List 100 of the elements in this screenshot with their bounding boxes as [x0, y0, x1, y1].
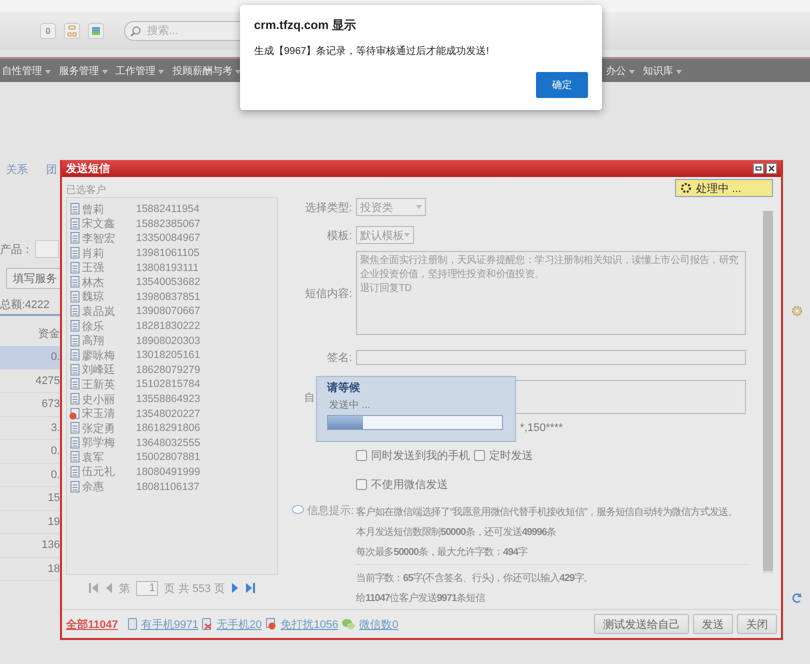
contact-card-icon — [69, 364, 80, 376]
customer-name: 袁品岚 — [82, 304, 116, 319]
checkbox[interactable] — [356, 450, 367, 462]
phone-number: 13908070667 — [136, 305, 200, 318]
phone-number: 13981061105 — [136, 247, 200, 260]
gear-icon[interactable] — [790, 305, 802, 317]
stat-link[interactable]: 免打扰1056 — [280, 616, 338, 632]
field-label: 签名: — [326, 350, 353, 365]
maximize-icon[interactable] — [753, 163, 764, 174]
table-row[interactable]: 0. — [0, 346, 60, 370]
phone-number: 18281830222 — [136, 320, 200, 332]
next-page-icon[interactable] — [230, 583, 240, 593]
field-label: 选择类型: — [304, 200, 353, 214]
phone-number: 13558864923 — [136, 393, 200, 406]
table-row[interactable]: 0. — [0, 464, 60, 487]
count-text: 给11047位客户发送9971条短信 — [356, 592, 485, 606]
caret-icon — [102, 70, 108, 74]
message-text: 退订回复TD — [360, 282, 412, 296]
customer-name: 李智宏 — [82, 232, 116, 246]
chat-bubbles-icon — [342, 618, 356, 630]
blocked-contact-icon — [69, 408, 80, 420]
contact-card-icon — [69, 305, 80, 318]
customer-name: 宋文鑫 — [82, 216, 116, 232]
stat-link[interactable]: 全部11047 — [66, 616, 118, 632]
org-chart-icon[interactable] — [64, 23, 80, 39]
contact-card-icon — [69, 378, 80, 390]
signature-field[interactable] — [356, 350, 746, 365]
stat-link[interactable]: 有手机9971 — [140, 616, 198, 632]
table-row[interactable]: 18 — [0, 558, 60, 581]
pager-label: 页 共 553 页 — [164, 582, 225, 596]
checkbox[interactable] — [356, 479, 367, 490]
customer-name: 郭学梅 — [82, 436, 116, 450]
phone-number: 15882385067 — [136, 218, 200, 230]
menu-item[interactable]: 服务管理 — [58, 64, 108, 78]
contact-card-icon — [69, 393, 80, 406]
scrollbar[interactable] — [763, 211, 773, 573]
tab[interactable]: 团 — [46, 162, 57, 240]
template-select[interactable]: 默认模板 — [356, 226, 414, 244]
menu-item[interactable]: 投顾薪酬与考 — [172, 64, 242, 78]
contact-card-icon — [69, 218, 80, 230]
ok-button[interactable]: 确定 — [536, 72, 588, 98]
phone-number: 13350084967 — [136, 232, 200, 244]
stat-link[interactable]: 无手机20 — [216, 616, 262, 632]
stat-link[interactable]: 微信数0 — [359, 616, 398, 632]
menu-item[interactable]: 知识库 — [642, 64, 682, 78]
phone-number: 18628079279 — [136, 364, 200, 376]
info-label: 信息提示: — [307, 504, 354, 518]
checkbox-label: 不使用微信发送 — [371, 478, 448, 492]
info-text: 每次最多50000条，最大允许字数：494字 — [356, 546, 528, 560]
customer-name: 史小丽 — [82, 392, 116, 407]
fill-record-button[interactable]: 填写服务 — [6, 268, 60, 289]
alert-message: 生成【9967】条记录，等待审核通过后才能成功发送! — [254, 44, 490, 58]
field-label: 模板: — [326, 228, 353, 242]
notification-count[interactable]: 0 — [40, 23, 56, 39]
first-page-icon[interactable] — [89, 583, 98, 593]
search-icon — [130, 26, 141, 37]
last-page-icon[interactable] — [246, 583, 255, 593]
page-field[interactable]: 1 — [136, 580, 158, 596]
refresh-icon[interactable] — [790, 592, 802, 604]
table-row[interactable]: 4275 — [0, 370, 60, 393]
image-icon[interactable] — [88, 23, 104, 39]
message-text: 聚焦全面实行注册制，天风证券提醒您：学习注册制相关知识，读懂上市公司报告，研究企业投资价值，坚持理性投资和价值投资。 — [360, 254, 740, 282]
dialog-button[interactable]: 关闭 — [737, 614, 777, 634]
customer-name: 高翔 — [82, 334, 105, 348]
caret-icon — [404, 233, 410, 237]
customer-name: 廖咏梅 — [82, 348, 116, 363]
contact-card-icon — [69, 436, 80, 449]
info-text: 本月发送短信数限制50000条，还可发送49996条 — [356, 526, 558, 540]
close-icon[interactable] — [766, 163, 777, 174]
customer-name: 宋玉清 — [82, 406, 116, 422]
product-field[interactable] — [35, 240, 59, 258]
menu-item[interactable]: 自性管理 — [2, 64, 51, 78]
menu-item[interactable]: 办公 — [606, 64, 635, 78]
contact-card-icon — [69, 422, 80, 434]
dialog-button[interactable]: 发送 — [693, 614, 733, 634]
panel-title: 已选客户 — [66, 184, 107, 197]
dialog-button[interactable]: 测试发送给自己 — [594, 614, 689, 634]
phone-number: 15102815784 — [136, 378, 200, 390]
caret-icon — [44, 70, 51, 74]
customer-name: 王新英 — [82, 378, 116, 392]
contact-card-icon — [69, 466, 80, 478]
phone-number: 13018205161 — [136, 349, 200, 362]
no-disturb-icon — [266, 618, 277, 630]
customer-name: 张定勇 — [82, 422, 116, 436]
table-row[interactable]: 19 — [0, 510, 60, 534]
tab[interactable]: 关系 — [6, 162, 28, 240]
phone-number: 18618291806 — [136, 422, 200, 434]
phone-number: 18080491999 — [136, 466, 200, 478]
table-row[interactable]: 3. — [0, 416, 60, 440]
caret-icon — [676, 70, 682, 74]
contact-card-icon — [69, 247, 80, 260]
info-text: 客户如在微信端选择了“我愿意用微信代替手机接收短信”，服务短信自动转为微信方式发送。 — [356, 506, 738, 520]
phone-number: 13540053682 — [136, 276, 200, 288]
type-select[interactable]: 投资类 — [356, 198, 426, 216]
menu-item[interactable]: 工作管理 — [116, 64, 164, 78]
masked-numbers: *,150**** — [520, 422, 563, 434]
previous-page-icon[interactable] — [104, 583, 114, 593]
message-field[interactable]: 聚焦全面实行注册制，天风证券提醒您：学习注册制相关知识，读懂上市公司报告，研究企业投资价值，坚持理性投资和价值投资。 退订回复TD — [356, 251, 746, 336]
contact-card-icon — [69, 232, 80, 244]
checkbox[interactable] — [474, 450, 485, 462]
